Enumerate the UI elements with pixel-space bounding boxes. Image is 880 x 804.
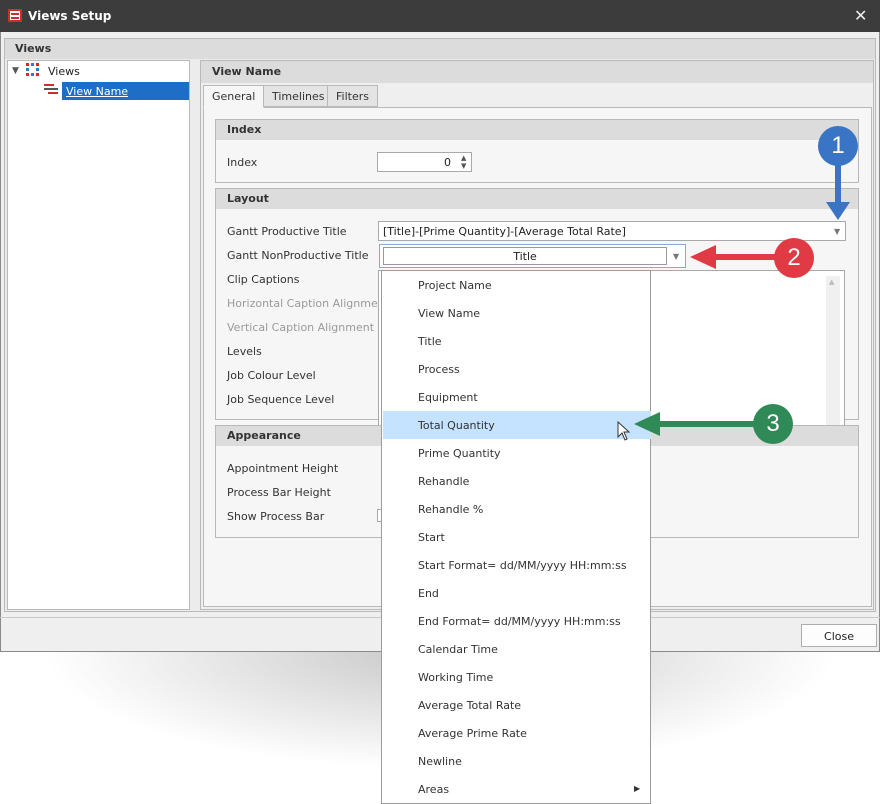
annotation-arrow-2 (690, 245, 780, 269)
annotation-badge-1: 1 (818, 126, 858, 166)
annotation-arrow-1 (826, 160, 850, 220)
annotation-arrows (634, 160, 850, 436)
annotation-badge-3: 3 (753, 404, 793, 444)
annotation-arrow-3 (634, 412, 756, 436)
annotation-badge-2: 2 (774, 238, 814, 278)
